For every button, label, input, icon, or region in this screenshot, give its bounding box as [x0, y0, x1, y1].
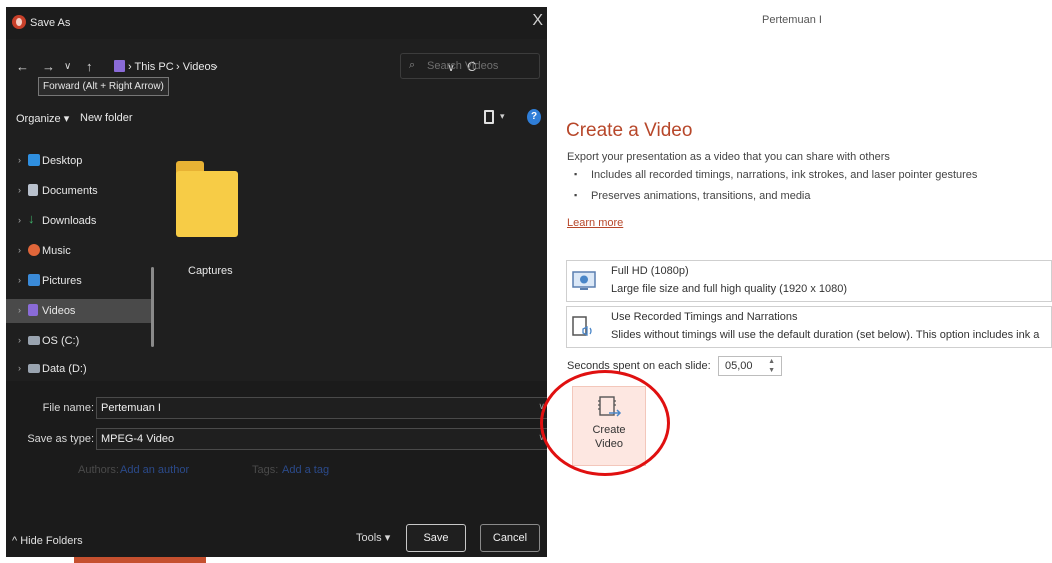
expand-chevron-icon[interactable]: › [18, 215, 21, 225]
search-icon: ⌕ [409, 59, 416, 71]
expand-chevron-icon[interactable]: › [18, 363, 21, 373]
document-title: Pertemuan I [762, 14, 822, 26]
breadcrumb-this-pc[interactable]: › This PC [128, 61, 174, 73]
address-bar[interactable]: › This PC › Videos › ∨ C [110, 55, 476, 79]
hide-folders-button[interactable]: ^ Hide Folders [12, 535, 83, 547]
expand-chevron-icon[interactable]: › [18, 335, 21, 345]
search-placeholder: Search Videos [427, 60, 499, 72]
recent-locations-icon[interactable]: ∨ [64, 61, 71, 72]
tools-button[interactable]: Tools ▾ [356, 531, 390, 544]
sidebar-item-desktop[interactable]: › Desktop [6, 149, 152, 173]
forward-arrow-icon[interactable]: → [42, 59, 55, 74]
captures-folder[interactable] [176, 161, 238, 245]
file-name-field[interactable]: Pertemuan I ∨ [96, 397, 547, 419]
save-as-type-select[interactable]: MPEG-4 Video ∨ [96, 428, 547, 450]
timings-title: Use Recorded Timings and Narrations [611, 311, 798, 323]
timings-dropdown[interactable]: Use Recorded Timings and Narrations Slid… [566, 306, 1052, 348]
expand-chevron-icon[interactable]: › [18, 155, 21, 165]
organize-button[interactable]: Organize ▾ [16, 112, 69, 125]
save-as-type-label: Save as type: [27, 433, 94, 445]
sidebar-item-documents[interactable]: › Documents [6, 179, 152, 203]
music-icon [28, 244, 40, 256]
sidebar-item-label: Downloads [42, 215, 97, 227]
authors-label: Authors: [78, 464, 119, 476]
drive-icon [28, 364, 40, 373]
sidebar-item-label: Pictures [42, 275, 82, 287]
sidebar-item-label: Videos [42, 305, 76, 317]
video-quality-dropdown[interactable]: Full HD (1080p) Large file size and full… [566, 260, 1052, 302]
seconds-value: 05,00 [725, 360, 753, 372]
expand-chevron-icon[interactable]: › [18, 185, 21, 195]
sidebar-item-downloads[interactable]: › ↓ Downloads [6, 209, 152, 233]
sidebar-item-data-d[interactable]: › Data (D:) [6, 357, 152, 381]
save-options-panel: File name: Pertemuan I ∨ Save as type: M… [6, 381, 547, 557]
folder-label[interactable]: Captures [188, 265, 233, 277]
sidebar-item-label: Music [42, 245, 71, 257]
search-box[interactable]: ⌕ Search Videos [400, 53, 540, 79]
back-arrow-icon[interactable]: ← [16, 59, 29, 74]
sidebar-item-os-c[interactable]: › OS (C:) [6, 329, 152, 353]
up-arrow-icon[interactable]: ↑ [86, 59, 93, 74]
folder-body [176, 171, 238, 237]
learn-more-link[interactable]: Learn more [567, 217, 623, 229]
dialog-title: Save As [30, 17, 71, 29]
pictures-icon [28, 274, 40, 286]
close-icon[interactable]: X [532, 12, 543, 30]
monitor-icon [572, 271, 596, 290]
videos-icon [28, 304, 38, 316]
save-as-type-value: MPEG-4 Video [101, 433, 175, 445]
page-title: Create a Video [566, 120, 693, 141]
expand-chevron-icon[interactable]: › [18, 275, 21, 285]
seconds-label: Seconds spent on each slide: [567, 360, 711, 372]
downloads-icon: ↓ [28, 211, 35, 226]
navigation-pane: › Desktop › Documents › ↓ Downloads › Mu… [6, 141, 156, 381]
videos-folder-icon [114, 60, 125, 72]
export-description: Export your presentation as a video that… [567, 151, 890, 163]
sidebar-item-label: Desktop [42, 155, 83, 167]
documents-icon [28, 184, 38, 196]
bullet-text: Includes all recorded timings, narration… [591, 169, 978, 181]
quality-title: Full HD (1080p) [611, 265, 689, 277]
tags-field[interactable]: Add a tag [282, 464, 329, 476]
file-name-label: File name: [42, 402, 94, 414]
cancel-button[interactable]: Cancel [480, 524, 540, 552]
powerpoint-logo-icon [12, 15, 26, 29]
view-dropdown-icon[interactable]: ▾ [500, 111, 505, 122]
help-icon[interactable]: ? [527, 109, 541, 125]
file-name-value: Pertemuan I [101, 402, 161, 414]
ribbon-accent-strip [74, 557, 206, 563]
sidebar-scrollbar[interactable] [151, 267, 154, 347]
view-pane-icon[interactable] [484, 110, 494, 124]
sidebar-item-pictures[interactable]: › Pictures [6, 269, 152, 293]
save-button[interactable]: Save [406, 524, 466, 552]
breadcrumb-separator[interactable]: › [214, 61, 218, 73]
save-as-dialog: Save As X ← → ∨ ↑ › This PC › Videos › ∨… [6, 7, 547, 557]
desktop-icon [28, 154, 40, 166]
new-folder-button[interactable]: New folder [80, 112, 133, 124]
authors-field[interactable]: Add an author [120, 464, 189, 476]
sidebar-item-music[interactable]: › Music [6, 239, 152, 263]
highlight-circle [540, 370, 670, 476]
breadcrumb-videos[interactable]: › Videos [176, 61, 216, 73]
forward-tooltip: Forward (Alt + Right Arrow) [38, 77, 169, 96]
timings-subtitle: Slides without timings will use the defa… [611, 329, 1040, 341]
sidebar-item-videos[interactable]: › Videos [6, 299, 152, 323]
file-list-pane: Captures [156, 141, 547, 381]
spinner-arrows-icon[interactable]: ▲ ▼ [768, 357, 775, 375]
sidebar-item-label: Data (D:) [42, 363, 87, 375]
quality-subtitle: Large file size and full high quality (1… [611, 283, 848, 295]
drive-icon [28, 336, 40, 345]
sidebar-item-label: Documents [42, 185, 98, 197]
expand-chevron-icon[interactable]: › [18, 245, 21, 255]
sidebar-item-label: OS (C:) [42, 335, 80, 347]
bullet-text: Preserves animations, transitions, and m… [591, 190, 811, 202]
command-toolbar: Organize ▾ New folder ▾ ? [6, 107, 547, 131]
narration-icon [572, 316, 592, 337]
seconds-stepper[interactable]: 05,00 ▲ ▼ [718, 356, 782, 376]
dialog-titlebar: Save As X [6, 7, 547, 39]
tags-label: Tags: [252, 464, 279, 476]
expand-chevron-icon[interactable]: › [18, 305, 21, 315]
